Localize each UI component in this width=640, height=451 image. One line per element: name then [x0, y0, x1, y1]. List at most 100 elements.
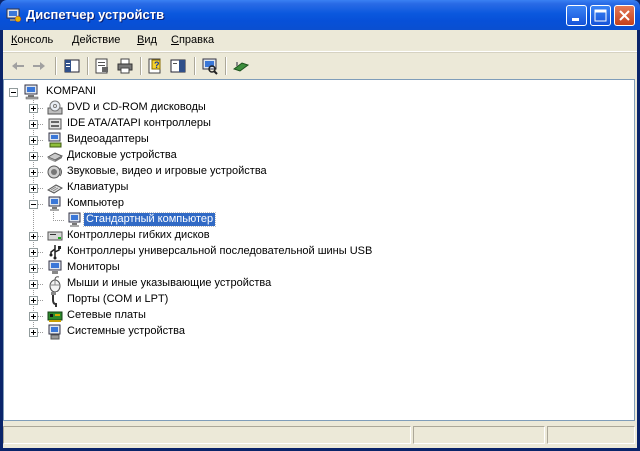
- tree-item-label: Видеоадаптеры: [67, 133, 149, 145]
- forward-icon[interactable]: [30, 57, 48, 75]
- device-manager-icon: [6, 8, 22, 23]
- device-manager-window: Диспетчер устройств Консоль Действие Вид…: [0, 0, 640, 451]
- tree-line: [53, 220, 65, 221]
- toolbar-separator: [194, 57, 196, 75]
- show-hide-action-pane-icon[interactable]: [169, 57, 187, 75]
- close-button[interactable]: [614, 5, 635, 26]
- help-icon[interactable]: ?: [146, 57, 164, 75]
- sound-device-icon: [47, 165, 62, 179]
- show-hide-tree-icon[interactable]: [63, 57, 81, 75]
- tree-item-label: Клавиатуры: [67, 181, 129, 193]
- tree-item-label: Сетевые платы: [67, 309, 146, 321]
- tree-line: [38, 172, 43, 173]
- maximize-icon: [594, 9, 607, 22]
- toolbar-separator: [140, 57, 142, 75]
- svg-text:?: ?: [154, 60, 160, 70]
- monitor-icon: [48, 260, 62, 274]
- disk-drive-expand-toggle[interactable]: [29, 152, 38, 161]
- mouse-expand-toggle[interactable]: [29, 280, 38, 289]
- tree-item-label: Контроллеры универсальной последовательн…: [67, 245, 373, 257]
- tree-item-label: Стандартный компьютер: [82, 212, 217, 227]
- computer-expand-toggle[interactable]: [29, 200, 38, 209]
- status-pane-main: [3, 426, 411, 444]
- tree-line: [38, 252, 43, 253]
- toolbar: ?: [3, 52, 637, 79]
- dvd-drive-icon: [47, 100, 63, 115]
- tree-line: [38, 332, 43, 333]
- tree-line: [38, 188, 43, 189]
- keyboard-expand-toggle[interactable]: [29, 184, 38, 193]
- system-device-expand-toggle[interactable]: [29, 328, 38, 337]
- menu-view[interactable]: Вид: [137, 34, 157, 46]
- status-bar: [3, 424, 637, 446]
- sound-device-expand-toggle[interactable]: [29, 168, 38, 177]
- network-card-icon: [47, 311, 63, 322]
- floppy-controller-expand-toggle[interactable]: [29, 232, 38, 241]
- menu-console[interactable]: Консоль: [11, 34, 53, 46]
- status-pane-secondary: [413, 426, 545, 444]
- computer-icon: [24, 84, 39, 100]
- update-driver-icon[interactable]: [232, 57, 250, 75]
- tree-item-label: Звуковые, видео и игровые устройства: [67, 165, 267, 177]
- tree-line: [38, 268, 43, 269]
- scan-hardware-icon[interactable]: [201, 57, 219, 75]
- tree-item-label: Системные устройства: [67, 325, 186, 337]
- port-icon: [51, 292, 57, 307]
- tree-item-label: Мониторы: [67, 261, 120, 273]
- tree-line: [38, 284, 43, 285]
- computer-icon: [48, 196, 61, 211]
- network-card-expand-toggle[interactable]: [29, 312, 38, 321]
- menu-help[interactable]: Справка: [171, 34, 214, 46]
- disk-drive-icon: [47, 152, 63, 162]
- tree-root-label: KOMPANI: [46, 85, 96, 97]
- device-tree[interactable]: KOMPANI DVD и CD-ROM дисководы IDE ATA/AT…: [3, 79, 635, 421]
- usb-icon: [49, 245, 61, 260]
- title-bar[interactable]: Диспетчер устройств: [0, 0, 640, 30]
- status-pane-tertiary: [547, 426, 635, 444]
- tree-line: [38, 140, 43, 141]
- properties-icon[interactable]: [93, 57, 111, 75]
- display-adapter-icon: [48, 132, 62, 148]
- mouse-icon: [49, 276, 61, 292]
- back-icon[interactable]: [9, 57, 27, 75]
- floppy-controller-icon: [47, 231, 63, 241]
- tree-line: [38, 124, 43, 125]
- dvd-drive-expand-toggle[interactable]: [29, 104, 38, 113]
- minimize-icon: [572, 18, 579, 21]
- computer-icon: [68, 212, 81, 227]
- tree-item-label: Порты (COM и LPT): [67, 293, 169, 305]
- tree-item-label: Компьютер: [67, 197, 124, 209]
- root-collapse-toggle[interactable]: [9, 88, 18, 97]
- tree-line: [38, 156, 43, 157]
- tree-line: [38, 204, 43, 205]
- display-adapter-expand-toggle[interactable]: [29, 136, 38, 145]
- minimize-button[interactable]: [566, 5, 587, 26]
- tree-line: [53, 210, 54, 220]
- menu-action[interactable]: Действие: [72, 34, 120, 46]
- tree-item-label: Контроллеры гибких дисков: [67, 229, 210, 241]
- window-client-area: Консоль Действие Вид Справка ? KOMPANI D…: [3, 30, 637, 448]
- tree-line: [38, 316, 43, 317]
- ide-controller-icon: [48, 118, 62, 130]
- monitor-expand-toggle[interactable]: [29, 264, 38, 273]
- menu-bar: Консоль Действие Вид Справка: [3, 30, 637, 52]
- tree-line: [38, 300, 43, 301]
- tree-line: [38, 236, 43, 237]
- toolbar-separator: [87, 57, 89, 75]
- print-icon[interactable]: [116, 57, 134, 75]
- toolbar-separator: [55, 57, 57, 75]
- port-expand-toggle[interactable]: [29, 296, 38, 305]
- ide-controller-expand-toggle[interactable]: [29, 120, 38, 129]
- usb-expand-toggle[interactable]: [29, 248, 38, 257]
- close-icon: [619, 10, 630, 21]
- window-title: Диспетчер устройств: [26, 7, 165, 22]
- keyboard-icon: [47, 184, 63, 194]
- tree-line: [38, 108, 43, 109]
- tree-item-label: IDE ATA/ATAPI контроллеры: [67, 117, 211, 129]
- maximize-button[interactable]: [590, 5, 611, 26]
- tree-item-label: Дисковые устройства: [67, 149, 177, 161]
- tree-item-label: Мыши и иные указывающие устройства: [67, 277, 272, 289]
- toolbar-separator: [225, 57, 227, 75]
- system-device-icon: [48, 324, 61, 340]
- tree-item-label: DVD и CD-ROM дисководы: [67, 101, 206, 113]
